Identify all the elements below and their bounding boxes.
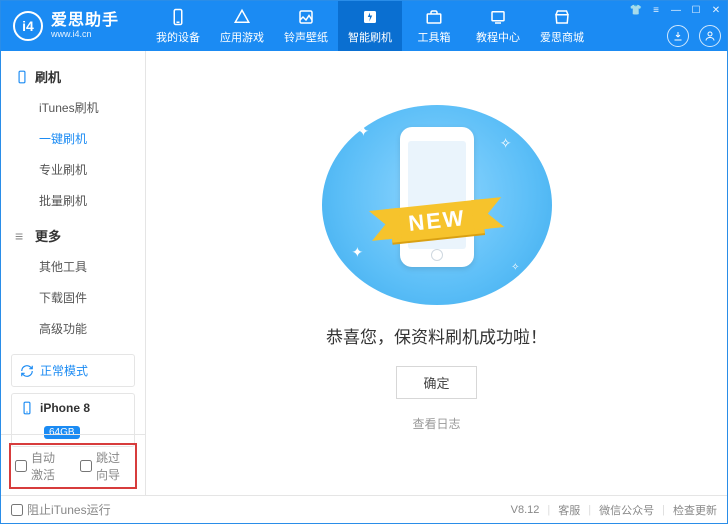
ok-button[interactable]: 确定 <box>396 366 476 399</box>
top-tabs: 我的设备 应用游戏 铃声壁纸 智能刷机 工具箱 教程中心 <box>146 1 594 51</box>
success-message: 恭喜您，保资料刷机成功啦！ <box>326 323 547 348</box>
tab-label: 铃声壁纸 <box>284 29 328 45</box>
sidebar-item-advanced[interactable]: 高级功能 <box>1 313 145 344</box>
checkbox-auto-activate[interactable]: 自动激活 <box>15 449 66 483</box>
menu-icon[interactable]: ≡ <box>649 3 663 17</box>
sidebar-item-pro-flash[interactable]: 专业刷机 <box>1 154 145 185</box>
status-bar: 阻止iTunes运行 V8.12 | 客服 | 微信公众号 | 检查更新 <box>1 495 727 523</box>
brand-site: www.i4.cn <box>51 30 119 40</box>
device-name: iPhone 8 <box>40 401 90 415</box>
tab-label: 爱思商城 <box>540 29 584 45</box>
download-button[interactable] <box>667 25 689 47</box>
tab-label: 我的设备 <box>156 29 200 45</box>
checkbox-label: 自动激活 <box>31 449 66 483</box>
tab-label: 教程中心 <box>476 29 520 45</box>
sidebar-item-download-firmware[interactable]: 下载固件 <box>1 282 145 313</box>
checkbox-block-itunes[interactable]: 阻止iTunes运行 <box>11 501 111 518</box>
flash-icon <box>361 8 379 26</box>
group-title: 刷机 <box>35 67 61 86</box>
tab-apps-games[interactable]: 应用游戏 <box>210 1 274 51</box>
tab-label: 工具箱 <box>418 29 451 45</box>
sidebar-item-oneclick-flash[interactable]: 一键刷机 <box>1 123 145 154</box>
phone-small-icon <box>20 401 34 415</box>
title-bar: i4 爱思助手 www.i4.cn 我的设备 应用游戏 铃声壁纸 智能刷机 <box>1 1 727 51</box>
logo-mark-icon: i4 <box>13 11 43 41</box>
store-icon <box>553 8 571 26</box>
wechat-link[interactable]: 微信公众号 <box>599 502 654 518</box>
tutorial-icon <box>489 8 507 26</box>
tab-toolbox[interactable]: 工具箱 <box>402 1 466 51</box>
success-illustration: ✦ ✧ ✦ ✧ NEW <box>322 105 552 305</box>
highlight-box: 自动激活 跳过向导 <box>9 443 137 489</box>
tab-label: 智能刷机 <box>348 29 392 45</box>
toolbox-icon <box>425 8 443 26</box>
wallpaper-icon <box>297 8 315 26</box>
checkbox-label: 跳过向导 <box>96 449 131 483</box>
window-controls: 👕 ≡ — ☐ ✕ <box>629 3 723 17</box>
sparkle-icon: ✦ <box>352 244 364 261</box>
minimize-icon[interactable]: — <box>669 3 683 17</box>
app-logo: i4 爱思助手 www.i4.cn <box>1 11 146 41</box>
sparkle-icon: ✦ <box>358 123 370 140</box>
sidebar-item-itunes-flash[interactable]: iTunes刷机 <box>1 92 145 123</box>
tab-my-device[interactable]: 我的设备 <box>146 1 210 51</box>
tab-store[interactable]: 爱思商城 <box>530 1 594 51</box>
version-label: V8.12 <box>511 504 540 516</box>
download-icon <box>672 30 684 42</box>
mode-label: 正常模式 <box>40 362 88 379</box>
maximize-icon[interactable]: ☐ <box>689 3 703 17</box>
apps-icon <box>233 8 251 26</box>
shirt-icon[interactable]: 👕 <box>629 3 643 17</box>
phone-icon <box>169 8 187 26</box>
sidebar: 刷机 iTunes刷机 一键刷机 专业刷机 批量刷机 ≡ 更多 其他工具 下载固… <box>1 51 146 497</box>
sparkle-icon: ✧ <box>500 135 512 152</box>
view-log-link[interactable]: 查看日志 <box>412 415 460 432</box>
sidebar-item-batch-flash[interactable]: 批量刷机 <box>1 185 145 216</box>
checkbox-skip-guide[interactable]: 跳过向导 <box>80 449 131 483</box>
sidebar-item-other-tools[interactable]: 其他工具 <box>1 251 145 282</box>
main-content: ✦ ✧ ✦ ✧ NEW 恭喜您，保资料刷机成功啦！ 确定 查看日志 <box>146 51 727 497</box>
tab-tutorials[interactable]: 教程中心 <box>466 1 530 51</box>
tab-smart-flash[interactable]: 智能刷机 <box>338 1 402 51</box>
support-link[interactable]: 客服 <box>558 502 580 518</box>
brand-name: 爱思助手 <box>51 12 119 30</box>
user-button[interactable] <box>699 25 721 47</box>
checkbox-label: 阻止iTunes运行 <box>27 501 111 518</box>
sidebar-group-more[interactable]: ≡ 更多 <box>1 220 145 251</box>
check-update-link[interactable]: 检查更新 <box>673 502 717 518</box>
phone-illustration <box>400 127 474 267</box>
tab-ringtone-wallpaper[interactable]: 铃声壁纸 <box>274 1 338 51</box>
list-icon: ≡ <box>15 229 29 243</box>
sparkle-icon: ✧ <box>511 262 519 273</box>
device-icon <box>15 70 29 84</box>
user-icon <box>704 30 716 42</box>
tab-label: 应用游戏 <box>220 29 264 45</box>
mode-block[interactable]: 正常模式 <box>11 354 135 387</box>
refresh-icon <box>20 364 34 378</box>
sidebar-group-flash[interactable]: 刷机 <box>1 61 145 92</box>
group-title: 更多 <box>35 226 61 245</box>
close-icon[interactable]: ✕ <box>709 3 723 17</box>
